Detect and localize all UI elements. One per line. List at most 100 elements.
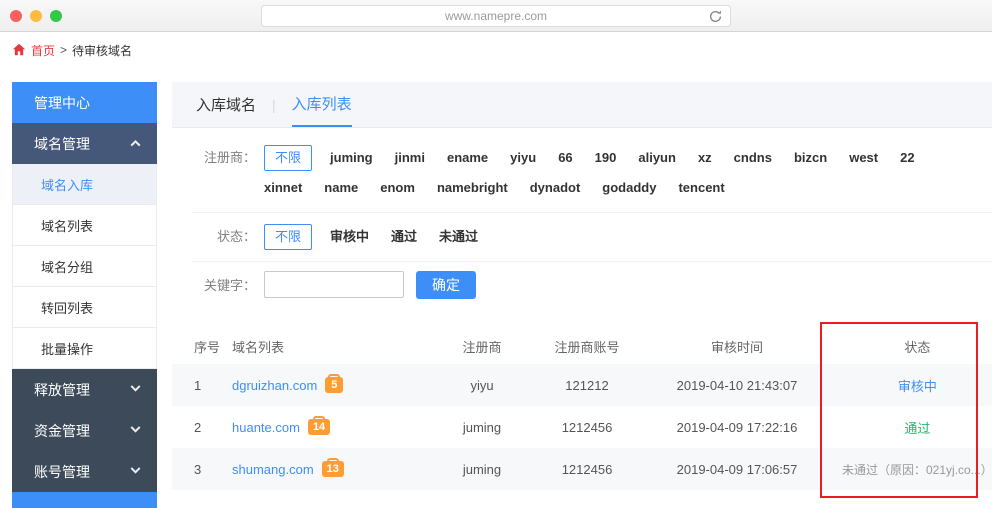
- count-badge: 13: [322, 461, 344, 477]
- sidebar-item-label: 域名列表: [41, 216, 93, 235]
- sidebar-item-management-center[interactable]: 管理中心: [12, 82, 157, 123]
- table-header-row: 序号域名列表注册商注册商账号审核时间状态: [172, 328, 992, 364]
- registrar-options-line1: 不限 juming jinmi ename yiyu 66 190 aliyun xzcndns…: [264, 143, 937, 173]
- sidebar-item-label: 管理中心: [34, 93, 90, 113]
- registrar-filter-row: 注册商： 不限jumingjinmienameyiyu66190aliyunxz…: [192, 134, 992, 213]
- registrar-options: 不限 juming jinmi ename yiyu 66 190 aliyun xzcndns…: [256, 143, 937, 203]
- tab-inbound-list[interactable]: 入库列表: [292, 82, 352, 127]
- breadcrumb-home[interactable]: 首页: [31, 42, 55, 59]
- registrar-option[interactable]: bizcn: [794, 143, 827, 173]
- registrar-option[interactable]: aliyun: [638, 143, 676, 173]
- account-cell: 1212456: [542, 420, 632, 435]
- sidebar-item-label: 域名管理: [34, 134, 90, 154]
- registrar-option[interactable]: xinnet: [264, 173, 302, 203]
- chevron-down-icon: [131, 382, 141, 392]
- domain-cell: shumang.com 13: [232, 461, 422, 477]
- sidebar-item-release-management[interactable]: 释放管理: [12, 369, 157, 410]
- keyword-input[interactable]: [264, 271, 404, 298]
- sidebar-item-label: 释放管理: [34, 380, 90, 400]
- sidebar-item-account-management[interactable]: 账号管理: [12, 451, 157, 492]
- sidebar-item-label: 批量操作: [41, 339, 93, 358]
- registrar-option[interactable]: 22: [900, 143, 914, 173]
- registrar-option[interactable]: cndns: [734, 143, 772, 173]
- column-header: 序号: [172, 337, 232, 356]
- registrar-option[interactable]: west: [849, 143, 878, 173]
- minimize-window-button[interactable]: [30, 10, 42, 22]
- row-index: 2: [172, 420, 232, 435]
- registrar-option[interactable]: juming: [330, 143, 373, 173]
- count-badge: 14: [308, 419, 330, 435]
- address-bar[interactable]: www.namepre.com: [261, 5, 731, 27]
- confirm-button[interactable]: 确定: [416, 271, 476, 299]
- refresh-icon[interactable]: [708, 9, 723, 24]
- registrar-option[interactable]: xz: [698, 143, 712, 173]
- account-cell: 121212: [542, 378, 632, 393]
- registrar-cell: yiyu: [422, 378, 542, 393]
- registrar-option[interactable]: ename: [447, 143, 488, 173]
- zoom-window-button[interactable]: [50, 10, 62, 22]
- registrar-option[interactable]: dynadot: [530, 173, 581, 203]
- column-header: 注册商: [422, 337, 542, 356]
- table-row: 3shumang.com13juming12124562019-04-09 17…: [172, 448, 992, 490]
- sidebar-item-batch-operations[interactable]: 批量操作: [12, 328, 157, 369]
- chevron-down-icon: [131, 464, 141, 474]
- browser-chrome: www.namepre.com: [0, 0, 992, 32]
- sidebar-item-label: 域名入库: [41, 175, 93, 194]
- status-option[interactable]: 通过: [391, 222, 417, 252]
- chevron-down-icon: [131, 423, 141, 433]
- table-row: 2huante.com14juming12124562019-04-09 17:…: [172, 406, 992, 448]
- breadcrumb: 首页 > 待审核域名: [0, 32, 992, 68]
- domain-link[interactable]: dgruizhan.com: [232, 378, 317, 393]
- registrar-cell: juming: [422, 420, 542, 435]
- tab-bar: 入库域名 | 入库列表: [172, 82, 992, 128]
- registrar-option[interactable]: 190: [595, 143, 617, 173]
- keyword-filter-label: 关键字：: [192, 271, 256, 301]
- breadcrumb-separator: >: [60, 43, 67, 57]
- count-badge: 5: [325, 377, 343, 393]
- sidebar-item-return-list[interactable]: 转回列表: [12, 287, 157, 328]
- registrar-option[interactable]: namebright: [437, 173, 508, 203]
- domain-link[interactable]: huante.com: [232, 420, 300, 435]
- column-header: 状态: [842, 337, 992, 356]
- column-header: 注册商账号: [542, 337, 632, 356]
- sidebar-item-domain-inbound[interactable]: 域名入库: [12, 164, 157, 205]
- chevron-up-icon: [131, 140, 141, 150]
- status-cell: 未通过（原因：021yj.co...）: [842, 461, 992, 478]
- keyword-filter-row: 关键字： 确定: [192, 262, 992, 310]
- account-cell: 1212456: [542, 462, 632, 477]
- registrar-option[interactable]: 66: [558, 143, 572, 173]
- registrar-option[interactable]: enom: [380, 173, 415, 203]
- page-layout: 管理中心域名管理域名入库域名列表域名分组转回列表批量操作释放管理资金管理账号管理…: [0, 68, 992, 508]
- registrar-cell: juming: [422, 462, 542, 477]
- table-body: 1dgruizhan.com5yiyu1212122019-04-10 21:4…: [172, 364, 992, 508]
- row-index: 1: [172, 378, 232, 393]
- sidebar-item-domain-list[interactable]: 域名列表: [12, 205, 157, 246]
- domain-cell: huante.com 14: [232, 419, 422, 435]
- domains-table: 序号域名列表注册商注册商账号审核时间状态 1dgruizhan.com 5 yiyu…: [172, 328, 992, 508]
- sidebar-item-domain-management[interactable]: 域名管理: [12, 123, 157, 164]
- sidebar-item-domain-group[interactable]: 域名分组: [12, 246, 157, 287]
- status-option[interactable]: 审核中: [330, 222, 369, 252]
- registrar-option[interactable]: name: [324, 173, 358, 203]
- status-cell[interactable]: 审核中: [842, 376, 992, 395]
- sidebar-item-fund-management[interactable]: 资金管理: [12, 410, 157, 451]
- registrar-options-line2: xinnet name enom namebright dynadot godaddy te…: [264, 173, 937, 203]
- domain-link[interactable]: shumang.com: [232, 462, 314, 477]
- sidebar-partial-item[interactable]: [12, 492, 157, 508]
- registrar-option[interactable]: godaddy: [602, 173, 656, 203]
- main-content: 入库域名|入库列表 注册商： 不限jumingjinmienameyiyu661…: [172, 82, 992, 508]
- close-window-button[interactable]: [10, 10, 22, 22]
- registrar-option[interactable]: jinmi: [395, 143, 425, 173]
- registrar-option[interactable]: yiyu: [510, 143, 536, 173]
- status-cell[interactable]: 通过: [842, 418, 992, 437]
- status-option[interactable]: 未通过: [439, 222, 478, 252]
- sidebar: 管理中心域名管理域名入库域名列表域名分组转回列表批量操作释放管理资金管理账号管理: [12, 82, 157, 508]
- registrar-option[interactable]: 不限: [264, 145, 312, 171]
- registrar-option[interactable]: tencent: [678, 173, 724, 203]
- tab-inbound-domain[interactable]: 入库域名: [196, 82, 256, 127]
- tab-separator: |: [272, 82, 276, 127]
- sidebar-item-label: 账号管理: [34, 462, 90, 482]
- window-controls: [10, 10, 62, 22]
- status-option[interactable]: 不限: [264, 224, 312, 250]
- sidebar-item-label: 资金管理: [34, 421, 90, 441]
